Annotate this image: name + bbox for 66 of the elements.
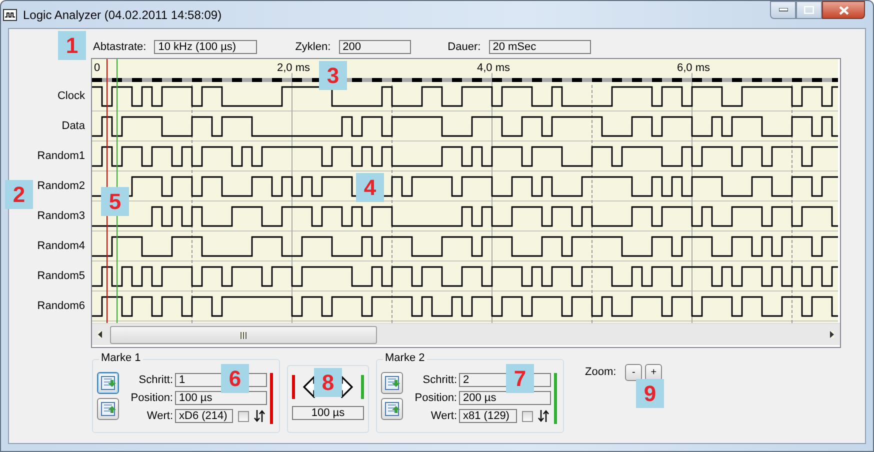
setting-label: Abtastrate: [93, 41, 146, 53]
axis-label: 6,0 ms [677, 62, 710, 74]
axis-label: 2,0 ms [277, 62, 310, 74]
field-label: Wert: [430, 409, 457, 423]
maximize-icon [804, 6, 814, 14]
callout-number: 8 [314, 368, 342, 397]
axis-label: 4,0 ms [477, 62, 510, 74]
callout-number: 5 [101, 187, 129, 216]
zoom-button[interactable]: - [625, 364, 642, 380]
close-button[interactable] [822, 1, 865, 19]
field-label: Position: [130, 391, 173, 405]
set-marker-button[interactable] [97, 372, 119, 394]
left-arrow-icon [98, 331, 102, 338]
marker-line [361, 375, 364, 399]
cursor-line[interactable] [116, 59, 118, 323]
scrollbar-thumb[interactable] [110, 326, 377, 344]
setting-field: 200 [338, 40, 411, 54]
field-label: Schritt: [138, 373, 173, 387]
goto-marker-button[interactable] [97, 398, 119, 420]
group-title: Marke 2 [383, 352, 427, 364]
group-title: Marke 1 [99, 352, 143, 364]
set-marker-button[interactable] [381, 372, 403, 394]
grip-icon [240, 332, 247, 338]
app-icon [3, 9, 17, 21]
setting-label: Zyklen: [295, 41, 331, 53]
channel-label: Data [62, 120, 85, 132]
sort-arrows-icon [538, 410, 549, 422]
callout-number: 4 [356, 173, 384, 202]
callout-number: 2 [5, 180, 33, 209]
setting-label: Dauer: [448, 41, 481, 53]
callout-number: 1 [58, 31, 86, 60]
channel-label: Random2 [37, 180, 85, 192]
minimize-button[interactable] [770, 1, 796, 19]
setting-field: 10 kHz (100 µs) [154, 40, 258, 54]
marker-line [292, 375, 295, 399]
axis-label: 0 [94, 62, 100, 74]
checkbox[interactable] [522, 410, 533, 422]
channel-label: Random5 [37, 270, 85, 282]
value-field: 100 µs [175, 391, 267, 405]
value-field: x81 (129) [459, 409, 517, 423]
maximize-button[interactable] [796, 1, 822, 19]
callout-number: 3 [319, 61, 347, 90]
zoom-label: Zoom: [585, 366, 616, 378]
field-label: Schritt: [422, 373, 457, 387]
field-label: Position: [414, 391, 457, 405]
zoom-button[interactable]: + [645, 364, 662, 380]
channel-label: Random1 [37, 150, 85, 162]
sort-arrows-icon [254, 410, 265, 422]
value-field: 200 µs [459, 391, 551, 405]
checkbox[interactable] [238, 410, 249, 422]
right-arrow-icon [830, 331, 834, 338]
channel-label: Random3 [37, 210, 85, 222]
window-title: Logic Analyzer (04.02.2011 14:58:09) [23, 8, 222, 22]
callout-number: 9 [636, 379, 664, 408]
channel-label: Clock [57, 90, 85, 102]
callout-number: 6 [221, 364, 249, 393]
channel-label: Random4 [37, 240, 85, 252]
channel-label: Random6 [37, 300, 85, 312]
callout-number: 7 [506, 364, 534, 393]
setting-field: 20 mSec [488, 40, 591, 54]
minimize-icon [778, 8, 788, 12]
goto-marker-button[interactable] [381, 398, 403, 420]
close-icon [838, 6, 848, 14]
value-field: xD6 (214) [175, 409, 233, 423]
difference-field: 100 µs [292, 406, 364, 420]
field-label: Wert: [146, 409, 173, 423]
